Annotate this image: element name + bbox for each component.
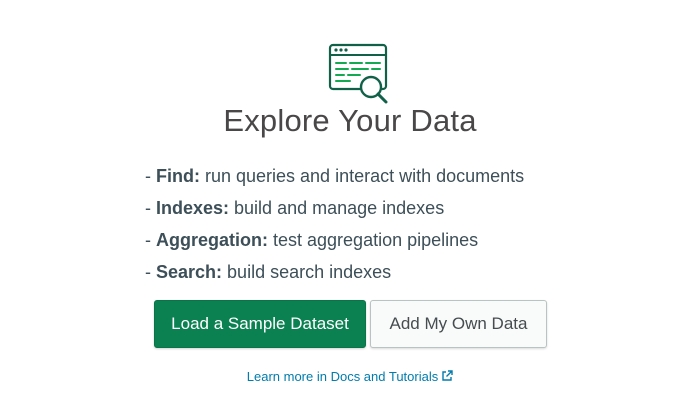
feature-description: run queries and interact with documents (199, 166, 525, 186)
external-link-icon (441, 370, 453, 385)
learn-more-link[interactable]: Learn more in Docs and Tutorials (0, 369, 683, 385)
feature-name: Search: (156, 262, 223, 282)
feature-description: build and manage indexes (229, 198, 445, 218)
feature-name: Aggregation: (156, 230, 268, 250)
learn-more-label: Learn more in Docs and Tutorials (246, 369, 439, 384)
feature-item-aggregation: - Aggregation: test aggregation pipeline… (145, 230, 479, 250)
feature-name: Find: (156, 166, 200, 186)
feature-item-search: - Search: build search indexes (145, 262, 392, 282)
feature-description: build search indexes (222, 262, 392, 282)
page-title: Explore Your Data (223, 103, 477, 138)
explore-data-icon (328, 43, 390, 105)
add-my-own-data-button[interactable]: Add My Own Data (370, 300, 547, 348)
load-sample-dataset-button[interactable]: Load a Sample Dataset (154, 300, 366, 348)
feature-description: test aggregation pipelines (268, 230, 479, 250)
feature-item-indexes: - Indexes: build and manage indexes (145, 198, 445, 218)
feature-item-find: - Find: run queries and interact with do… (145, 166, 525, 186)
feature-list: - Find: run queries and interact with do… (145, 160, 524, 288)
feature-name: Indexes: (156, 198, 230, 218)
